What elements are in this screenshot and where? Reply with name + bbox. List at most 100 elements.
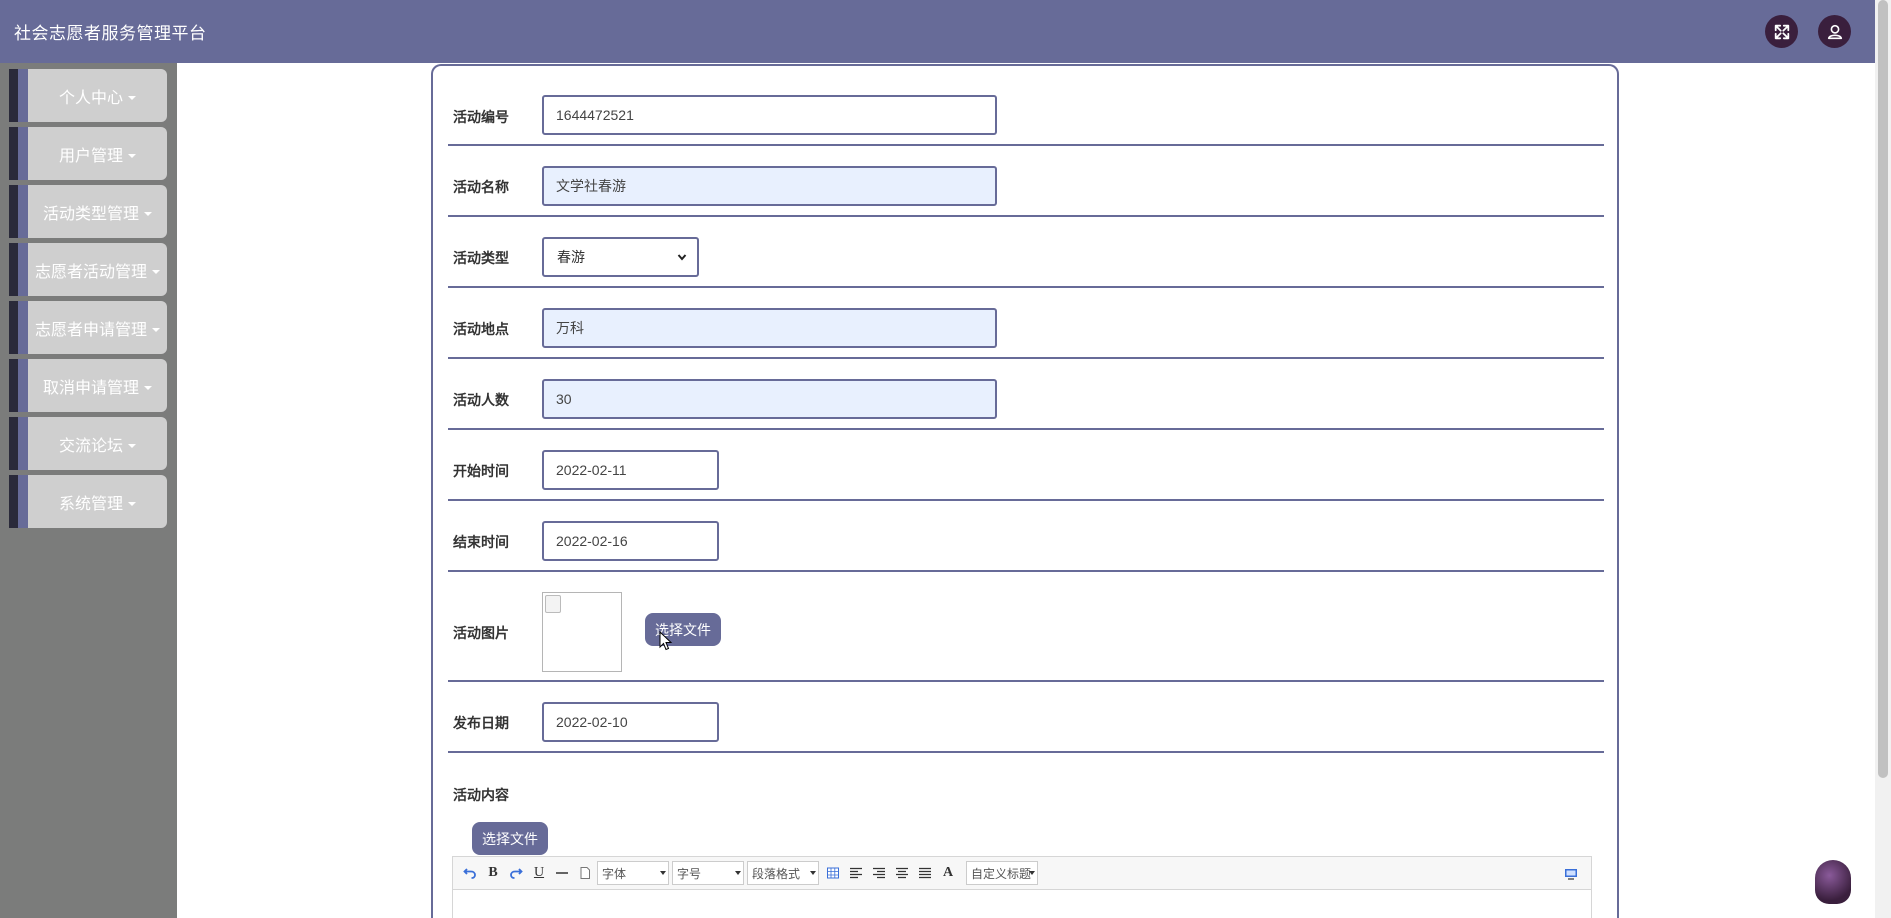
redo-button[interactable] <box>505 862 527 884</box>
end-time-label: 结束时间 <box>453 534 509 550</box>
sidebar-item-forum[interactable]: 交流论坛 <box>9 417 167 470</box>
sidebar-item-label: 志愿者活动管理 <box>34 263 147 281</box>
horizontal-rule-icon <box>556 872 568 874</box>
caret-down-icon <box>152 270 160 275</box>
paragraph-format-select[interactable]: 段落格式 <box>747 861 819 885</box>
location-label: 活动地点 <box>453 321 509 337</box>
align-justify-button[interactable] <box>914 862 936 884</box>
custom-title-value: 自定义标题 <box>971 866 1032 881</box>
headcount-input[interactable] <box>542 379 997 419</box>
image-label: 活动图片 <box>453 625 509 641</box>
activity-name-input[interactable] <box>542 166 997 206</box>
editor-toolbar: B U 字体 字号 段落格式 A 自定义标题 <box>453 857 1591 890</box>
font-family-value: 字体 <box>602 866 627 881</box>
activity-no-label: 活动编号 <box>453 109 509 125</box>
sidebar-item-user-management[interactable]: 用户管理 <box>9 127 167 180</box>
align-center-icon <box>896 867 908 879</box>
sidebar-item-label: 取消申请管理 <box>42 379 139 397</box>
font-size-value: 字号 <box>677 866 702 881</box>
user-icon <box>1827 24 1842 39</box>
caret-down-icon <box>1029 871 1035 875</box>
fullscreen-icon <box>1774 24 1789 39</box>
headcount-label: 活动人数 <box>453 392 509 408</box>
location-input[interactable] <box>542 308 997 348</box>
form-row-end-time: 结束时间 <box>448 501 1604 572</box>
caret-down-icon <box>152 328 160 333</box>
form-row-activity-name: 活动名称 <box>448 146 1604 217</box>
start-time-label: 开始时间 <box>453 463 509 479</box>
align-left-icon <box>850 867 862 879</box>
sidebar-item-label: 系统管理 <box>58 495 123 513</box>
chevron-down-icon <box>677 254 687 261</box>
broken-image-icon <box>545 595 561 613</box>
scrollbar-thumb[interactable] <box>1878 0 1888 778</box>
image-preview <box>542 592 622 672</box>
form-row-image: 活动图片 选择文件 <box>448 572 1604 682</box>
form-row-publish-date: 发布日期 <box>448 682 1604 753</box>
form-row-location: 活动地点 <box>448 288 1604 359</box>
caret-down-icon <box>810 871 816 875</box>
mouse-cursor-icon <box>659 631 673 651</box>
undo-button[interactable] <box>459 862 481 884</box>
activity-type-select[interactable]: 春游 <box>542 237 699 277</box>
end-time-input[interactable] <box>542 521 719 561</box>
content-choose-file-button[interactable]: 选择文件 <box>472 822 548 855</box>
caret-down-icon <box>660 871 666 875</box>
fullscreen-button[interactable] <box>1765 15 1798 48</box>
clear-format-button[interactable] <box>574 862 596 884</box>
table-icon <box>827 867 839 879</box>
form-row-activity-type: 活动类型 春游 <box>448 217 1604 288</box>
document-icon <box>580 867 590 879</box>
form-row-activity-no: 活动编号 <box>448 70 1604 146</box>
activity-type-label: 活动类型 <box>453 250 509 266</box>
caret-down-icon <box>128 502 136 507</box>
sidebar-item-label: 用户管理 <box>58 147 123 165</box>
page-scrollbar[interactable] <box>1875 0 1891 918</box>
caret-down-icon <box>144 212 152 217</box>
source-code-button[interactable] <box>1560 863 1582 885</box>
redo-icon <box>510 868 523 879</box>
publish-date-label: 发布日期 <box>453 715 509 731</box>
align-right-button[interactable] <box>868 862 890 884</box>
rich-text-editor: B U 字体 字号 段落格式 A 自定义标题 <box>452 856 1592 918</box>
paragraph-format-value: 段落格式 <box>752 866 801 881</box>
user-button[interactable] <box>1818 15 1851 48</box>
custom-title-select[interactable]: 自定义标题 <box>966 861 1038 885</box>
sidebar-item-cancel-application-management[interactable]: 取消申请管理 <box>9 359 167 412</box>
undo-icon <box>463 868 476 879</box>
align-left-button[interactable] <box>845 862 867 884</box>
caret-down-icon <box>128 154 136 159</box>
sidebar-item-system-management[interactable]: 系统管理 <box>9 475 167 528</box>
font-color-label: A <box>942 865 954 880</box>
image-choose-file-button[interactable]: 选择文件 <box>645 613 721 646</box>
caret-down-icon <box>128 96 136 101</box>
app-title: 社会志愿者服务管理平台 <box>14 24 207 43</box>
caret-down-icon <box>144 386 152 391</box>
activity-no-input[interactable] <box>542 95 997 135</box>
caret-down-icon <box>128 444 136 449</box>
font-color-button[interactable]: A <box>937 862 959 884</box>
start-time-input[interactable] <box>542 450 719 490</box>
sidebar-item-label: 活动类型管理 <box>42 205 139 223</box>
underline-button[interactable]: U <box>528 862 550 884</box>
sidebar-item-volunteer-activity-management[interactable]: 志愿者活动管理 <box>9 243 167 296</box>
activity-name-label: 活动名称 <box>453 179 509 195</box>
insert-table-button[interactable] <box>822 862 844 884</box>
sidebar-item-volunteer-application-management[interactable]: 志愿者申请管理 <box>9 301 167 354</box>
horizontal-rule-button[interactable] <box>551 862 573 884</box>
sidebar-item-label: 个人中心 <box>58 89 123 107</box>
bold-button[interactable]: B <box>482 862 504 884</box>
activity-type-value: 春游 <box>557 249 585 265</box>
sidebar-item-activity-type-management[interactable]: 活动类型管理 <box>9 185 167 238</box>
monitor-icon <box>1565 869 1577 880</box>
align-center-button[interactable] <box>891 862 913 884</box>
form-row-start-time: 开始时间 <box>448 430 1604 501</box>
publish-date-input[interactable] <box>542 702 719 742</box>
sidebar-item-label: 交流论坛 <box>58 437 123 455</box>
form-row-headcount: 活动人数 <box>448 359 1604 430</box>
floating-avatar-widget[interactable] <box>1815 860 1851 904</box>
font-size-select[interactable]: 字号 <box>672 861 744 885</box>
content-label: 活动内容 <box>453 787 509 803</box>
sidebar-item-personal-center[interactable]: 个人中心 <box>9 69 167 122</box>
font-family-select[interactable]: 字体 <box>597 861 669 885</box>
